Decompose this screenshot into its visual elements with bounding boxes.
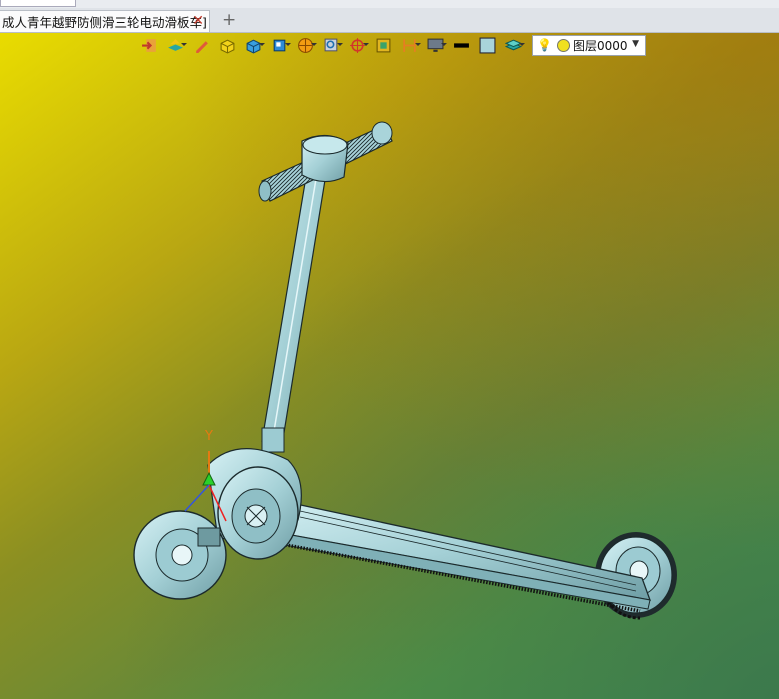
view-cube-button[interactable] bbox=[266, 34, 292, 56]
handlebar bbox=[258, 121, 393, 202]
layers-button[interactable] bbox=[500, 34, 526, 56]
render-box-icon bbox=[376, 38, 390, 52]
new-tab-button[interactable]: + bbox=[222, 11, 236, 29]
sphere-orange-button[interactable] bbox=[292, 34, 318, 56]
cube-blue-button[interactable] bbox=[240, 34, 266, 56]
zoom-button[interactable] bbox=[318, 34, 344, 56]
view-toolbar: 💡 图层0000 ▼ bbox=[136, 33, 646, 57]
document-tab[interactable]: 成人青年越野防侧滑三轮电动滑板车] ✕ bbox=[0, 10, 210, 32]
render-box-button[interactable] bbox=[370, 34, 396, 56]
chevron-down-icon[interactable]: ▼ bbox=[632, 39, 639, 49]
document-tab-bar: 成人青年越野防侧滑三轮电动滑板车] ✕ + bbox=[0, 8, 779, 33]
exit-sketch-button[interactable] bbox=[136, 34, 162, 56]
pencil-button[interactable] bbox=[188, 34, 214, 56]
cube-yellow-button[interactable] bbox=[214, 34, 240, 56]
layer-stack-button[interactable] bbox=[162, 34, 188, 56]
dimension-button[interactable] bbox=[396, 34, 422, 56]
menu-stub bbox=[0, 0, 76, 7]
document-tab-title: 成人青年越野防侧滑三轮电动滑板车] bbox=[2, 15, 207, 30]
3d-viewport[interactable]: Y bbox=[0, 33, 779, 699]
close-tab-icon[interactable]: ✕ bbox=[192, 13, 204, 29]
line-weight-button[interactable] bbox=[448, 34, 474, 56]
lightbulb-icon[interactable]: 💡 bbox=[537, 38, 552, 52]
layer-selector-value: 图层0000 bbox=[572, 38, 628, 53]
scooter-model: Y bbox=[133, 121, 677, 620]
axis-y-label: Y bbox=[204, 429, 213, 444]
color-swatch-icon bbox=[479, 37, 495, 53]
deck bbox=[257, 497, 651, 613]
layer-selector[interactable]: 💡 图层0000 ▼ bbox=[532, 34, 646, 56]
cube-yellow-icon bbox=[220, 39, 234, 54]
layer-color-icon bbox=[556, 38, 570, 52]
axis-target-button[interactable] bbox=[344, 34, 370, 56]
monitor-button[interactable] bbox=[422, 34, 448, 56]
pencil-icon bbox=[195, 40, 208, 53]
color-swatch-button[interactable] bbox=[474, 34, 500, 56]
line-weight-icon bbox=[453, 42, 469, 48]
front-assembly bbox=[133, 448, 302, 600]
exit-sketch-icon bbox=[141, 38, 156, 52]
